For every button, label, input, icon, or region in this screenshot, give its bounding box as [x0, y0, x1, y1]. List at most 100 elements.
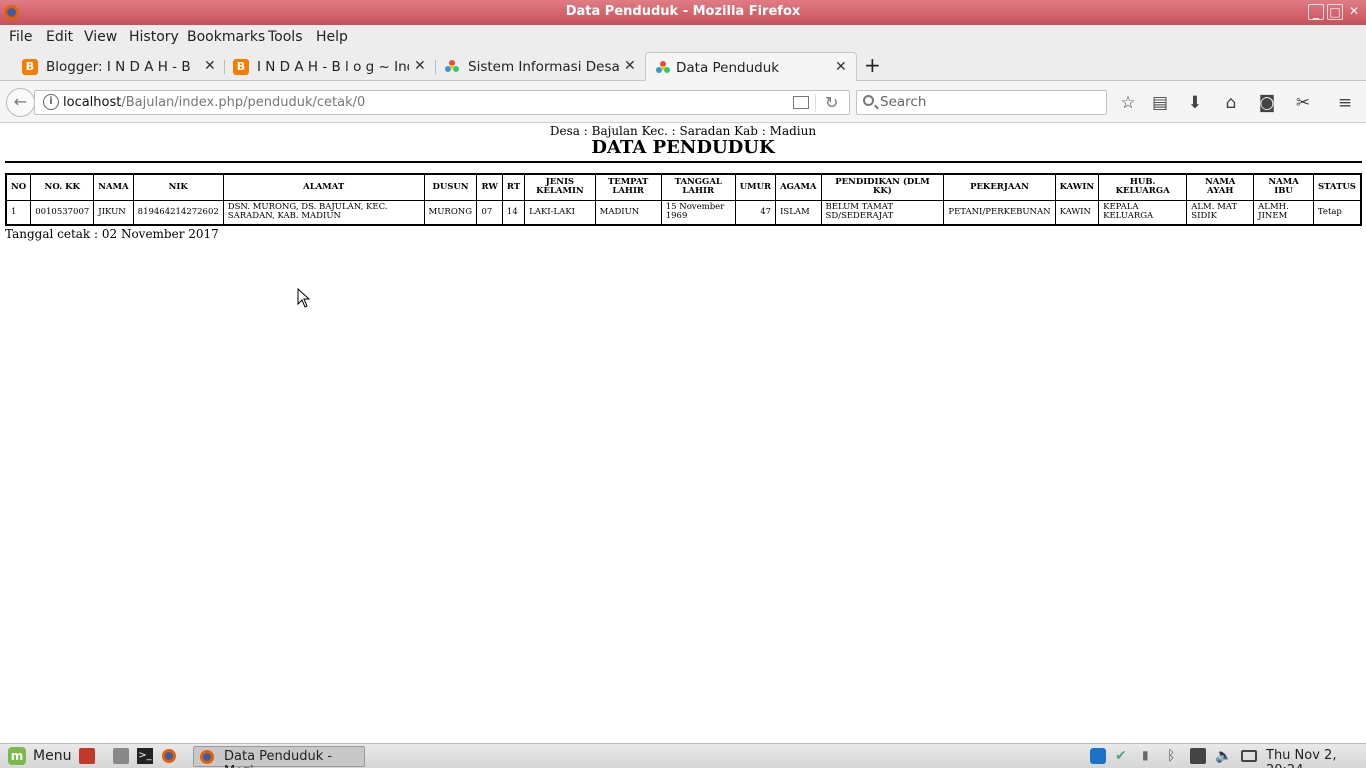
search-input[interactable]: [880, 94, 1100, 110]
search-bar[interactable]: [856, 90, 1107, 115]
maximize-button[interactable]: □: [1327, 4, 1343, 20]
info-icon[interactable]: i: [43, 94, 59, 110]
table-header-row: NO NO. KK NAMA NIK ALAMAT DUSUN RW RT JE…: [5, 173, 1362, 201]
url-host: localhost: [63, 95, 122, 110]
tab-data-penduduk[interactable]: Data Penduduk ✕: [645, 52, 857, 81]
column-header: ALAMAT: [222, 173, 425, 201]
tab-label: Sistem Informasi Desa Des: [468, 59, 622, 75]
table-cell: PETANI/PERKEBUNAN: [943, 199, 1056, 226]
table-row: 1 0010537007 JIKUN 819464214272602 DSN. …: [5, 199, 1362, 226]
column-header: RW: [476, 173, 503, 201]
table-cell: ALM. MAT SIDIK: [1186, 199, 1255, 226]
mint-menu-icon[interactable]: m: [8, 747, 26, 765]
download-icon[interactable]: ⬇: [1185, 93, 1205, 113]
hamburger-menu-icon[interactable]: ≡: [1335, 93, 1355, 113]
battery-icon[interactable]: [1241, 750, 1257, 762]
blogger-icon: B: [22, 59, 38, 75]
tab-close-icon[interactable]: ✕: [204, 58, 216, 74]
column-header: NO: [5, 173, 32, 201]
table-cell: KAWIN: [1054, 199, 1100, 226]
taskbar-window-label: Data Penduduk - Mozi...: [224, 749, 333, 768]
column-header: UMUR: [734, 173, 777, 201]
table-cell: KEPALA KELUARGA: [1098, 199, 1188, 226]
url-text[interactable]: localhost/Bajulan/index.php/penduduk/cet…: [63, 95, 365, 110]
column-header: NO. KK: [30, 173, 95, 201]
tab-close-icon[interactable]: ✕: [835, 59, 847, 75]
menu-button-label[interactable]: Menu: [33, 748, 71, 768]
tab-blogger-2[interactable]: B I N D A H - B l o g ~ Indah U ✕: [233, 52, 433, 81]
menu-tools[interactable]: Tools: [268, 29, 303, 45]
file-manager-icon[interactable]: [113, 748, 129, 764]
table-cell: 0010537007: [30, 199, 95, 226]
column-header: KAWIN: [1054, 173, 1100, 201]
population-table: NO NO. KK NAMA NIK ALAMAT DUSUN RW RT JE…: [5, 173, 1362, 226]
clock[interactable]: Thu Nov 2, 20:24: [1266, 748, 1366, 768]
column-header: PEKERJAAN: [943, 173, 1056, 201]
tab-label: Blogger: I N D A H - B l o g ~: [46, 59, 196, 75]
plus-icon: +: [864, 53, 881, 77]
back-button[interactable]: ←: [6, 88, 35, 117]
menu-bookmarks[interactable]: Bookmarks: [187, 29, 265, 45]
column-header: NIK: [132, 173, 224, 201]
pocket-icon[interactable]: ◙: [1257, 93, 1277, 113]
tab-separator: [435, 60, 436, 74]
table-cell: DSN. MURONG, DS. BAJULAN, KEC. SARADAN, …: [222, 199, 425, 226]
column-header: AGAMA: [775, 173, 822, 201]
column-header: DUSUN: [423, 173, 478, 201]
menu-history[interactable]: History: [129, 29, 179, 45]
minimize-button[interactable]: _: [1308, 4, 1324, 20]
header-divider: [5, 161, 1362, 163]
terminal-icon[interactable]: >_: [137, 748, 153, 764]
tab-label: I N D A H - B l o g ~ Indah U: [257, 59, 409, 75]
network-signal-icon[interactable]: ▮: [1142, 748, 1158, 764]
mouse-cursor-icon: [297, 287, 311, 308]
menu-edit[interactable]: Edit: [46, 29, 73, 45]
display-icon[interactable]: [1190, 748, 1206, 764]
update-shield-icon[interactable]: ✔: [1115, 748, 1131, 764]
column-header: HUB. KELUARGA: [1098, 173, 1188, 201]
print-date: Tanggal cetak : 02 November 2017: [5, 227, 219, 241]
tab-blogger-1[interactable]: B Blogger: I N D A H - B l o g ~ ✕: [22, 52, 222, 81]
reload-icon[interactable]: ↻: [825, 93, 838, 112]
bookmark-star-icon[interactable]: ☆: [1118, 93, 1138, 113]
teamviewer-icon[interactable]: [1090, 748, 1106, 764]
table-cell: JIKUN: [93, 199, 134, 226]
column-header: NAMA IBU: [1253, 173, 1314, 201]
bluetooth-icon[interactable]: ᛒ: [1167, 748, 1183, 764]
url-bar[interactable]: i localhost/Bajulan/index.php/penduduk/c…: [34, 90, 850, 115]
screenshot-icon[interactable]: ✂: [1293, 93, 1313, 113]
column-header: STATUS: [1312, 173, 1362, 201]
page-title: DATA PENDUDUK: [591, 137, 775, 158]
column-header: JENIS KELAMIN: [524, 173, 596, 201]
navigation-toolbar: ← i localhost/Bajulan/index.php/penduduk…: [0, 81, 1366, 123]
column-header: TEMPAT LAHIR: [594, 173, 662, 201]
tab-sistem-informasi[interactable]: Sistem Informasi Desa Des ✕: [444, 52, 644, 81]
table-cell: 07: [476, 199, 503, 226]
bookmarks-library-icon[interactable]: ▤: [1150, 93, 1170, 113]
url-path: /Bajulan/index.php/penduduk/cetak/0: [121, 95, 366, 110]
menu-view[interactable]: View: [84, 29, 117, 45]
column-header: NAMA AYAH: [1186, 173, 1255, 201]
taskbar: m Menu >_ Data Penduduk - Mozi... ✔ ▮ ᛒ …: [0, 743, 1366, 768]
tab-close-icon[interactable]: ✕: [414, 58, 426, 74]
menu-file[interactable]: File: [9, 29, 32, 45]
close-window-button[interactable]: ✕: [1346, 4, 1362, 20]
menu-help[interactable]: Help: [316, 29, 348, 45]
firefox-launcher-icon[interactable]: [161, 748, 177, 764]
show-desktop-icon[interactable]: [79, 748, 95, 764]
new-tab-button[interactable]: +: [862, 52, 884, 81]
column-header: TANGGAL LAHIR: [660, 173, 736, 201]
table-cell: 47: [734, 199, 777, 226]
url-divider: [815, 94, 816, 112]
tab-close-icon[interactable]: ✕: [624, 58, 636, 74]
firefox-icon: [199, 749, 215, 765]
table-cell: BELUM TAMAT SD/SEDERAJAT: [820, 199, 945, 226]
taskbar-window-button[interactable]: Data Penduduk - Mozi...: [193, 746, 365, 768]
tab-bar: B Blogger: I N D A H - B l o g ~ ✕ B I N…: [0, 50, 1366, 81]
column-header: RT: [501, 173, 526, 201]
app-icon: [444, 59, 460, 75]
volume-icon[interactable]: 🔈: [1215, 748, 1232, 764]
table-cell: 1: [5, 199, 32, 226]
home-icon[interactable]: ⌂: [1221, 93, 1241, 113]
reader-view-icon[interactable]: [793, 96, 809, 109]
